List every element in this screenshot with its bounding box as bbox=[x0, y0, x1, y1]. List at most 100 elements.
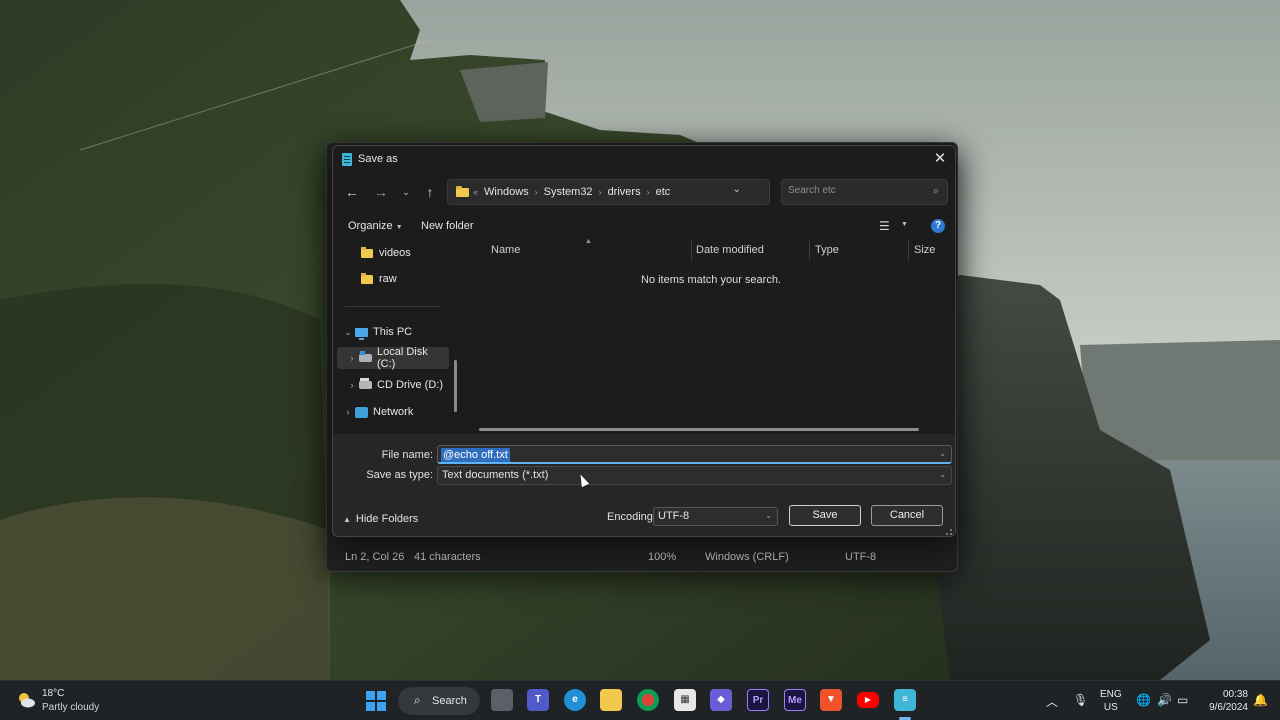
help-icon[interactable]: ? bbox=[931, 219, 945, 233]
edge-icon[interactable]: e bbox=[564, 689, 586, 711]
column-divider[interactable] bbox=[809, 240, 810, 260]
teams-icon[interactable]: T bbox=[527, 689, 549, 711]
close-icon[interactable]: ✕ bbox=[925, 146, 955, 174]
chevron-right-icon[interactable]: › bbox=[345, 353, 359, 363]
new-folder-button[interactable]: New folder bbox=[421, 220, 474, 232]
chevron-right-icon: › bbox=[598, 187, 602, 197]
nav-scrollbar[interactable] bbox=[454, 360, 457, 412]
copilot-icon[interactable]: ◆ bbox=[710, 689, 732, 711]
chevron-right-icon: › bbox=[534, 187, 538, 197]
windows-start-icon[interactable] bbox=[366, 691, 386, 711]
task-view-icon[interactable] bbox=[491, 689, 513, 711]
breadcrumb-item[interactable]: Windows bbox=[484, 186, 529, 198]
save-as-type-label: Save as type: bbox=[366, 469, 433, 481]
hide-folders-button[interactable]: ▲ Hide Folders bbox=[343, 513, 418, 525]
nav-item-raw[interactable]: raw bbox=[347, 268, 447, 290]
date: 9/6/2024 bbox=[1209, 702, 1248, 713]
save-button[interactable]: Save bbox=[789, 505, 861, 526]
youtube-icon[interactable]: ▶ bbox=[857, 692, 879, 708]
save-as-type-value: Text documents (*.txt) bbox=[442, 469, 549, 481]
chevron-down-icon[interactable]: ⌄ bbox=[765, 511, 772, 520]
language-code: ENG bbox=[1100, 689, 1122, 700]
column-header-name[interactable]: Name bbox=[491, 244, 520, 256]
nav-item-videos[interactable]: videos bbox=[347, 242, 447, 264]
globe-network-icon[interactable]: 🌐 bbox=[1136, 693, 1151, 707]
encoding-label: Encoding: bbox=[607, 511, 656, 523]
file-name-field[interactable]: @echo off.txt ⌄ bbox=[437, 445, 952, 464]
encoding-select[interactable]: UTF-8 ⌄ bbox=[653, 507, 778, 526]
notification-icon[interactable]: 🔔 bbox=[1253, 693, 1268, 707]
nav-item-label: Local Disk (C:) bbox=[376, 346, 428, 370]
chevron-right-icon[interactable]: › bbox=[345, 380, 359, 390]
save-as-type-select[interactable]: Text documents (*.txt) ⌄ bbox=[437, 466, 952, 485]
chevron-up-icon[interactable]: ︿ bbox=[1046, 693, 1058, 710]
chevron-down-icon[interactable]: ⌄ bbox=[733, 184, 741, 195]
folder-icon bbox=[361, 272, 373, 284]
nav-divider bbox=[345, 306, 441, 307]
chrome-icon[interactable] bbox=[637, 689, 659, 711]
partly-cloudy-icon[interactable] bbox=[16, 690, 36, 710]
breadcrumb: « Windows › System32 › drivers › etc bbox=[473, 186, 670, 198]
search-box[interactable]: ⌕ bbox=[781, 179, 948, 205]
taskbar-search-button[interactable]: ⌕ Search bbox=[398, 687, 480, 715]
store-icon[interactable]: ▦ bbox=[674, 689, 696, 711]
chevron-down-icon[interactable]: ⌄ bbox=[341, 327, 355, 338]
pc-icon bbox=[355, 327, 368, 340]
address-bar[interactable]: « Windows › System32 › drivers › etc ⌄ ↻ bbox=[447, 179, 795, 205]
folder-icon bbox=[361, 246, 373, 258]
horizontal-scrollbar[interactable] bbox=[479, 428, 919, 431]
nav-item-label: raw bbox=[379, 273, 397, 285]
nav-item-label: CD Drive (D:) bbox=[377, 379, 443, 391]
column-divider[interactable] bbox=[691, 240, 692, 260]
column-header-type[interactable]: Type bbox=[815, 244, 839, 256]
hide-folders-label: Hide Folders bbox=[355, 513, 419, 525]
search-icon[interactable]: ⌕ bbox=[933, 185, 939, 198]
breadcrumb-item[interactable]: System32 bbox=[544, 186, 593, 198]
breadcrumb-overflow[interactable]: « bbox=[473, 187, 478, 197]
back-arrow-icon[interactable]: ← bbox=[341, 182, 363, 202]
column-divider[interactable] bbox=[908, 240, 909, 260]
status-zoom[interactable]: 100% bbox=[648, 551, 676, 563]
status-line-ending[interactable]: Windows (CRLF) bbox=[705, 551, 789, 563]
chevron-down-icon[interactable]: ⌄ bbox=[939, 470, 946, 479]
recent-locations-chevron-icon[interactable]: ⌄ bbox=[395, 182, 417, 202]
disk-icon bbox=[358, 351, 372, 362]
command-toolbar: Organize ▼ New folder ☰ ▼ ? bbox=[333, 216, 955, 238]
clock[interactable]: 00:38 9/6/2024 bbox=[1200, 688, 1248, 714]
breadcrumb-item[interactable]: drivers bbox=[608, 186, 641, 198]
brave-icon[interactable]: ▼ bbox=[820, 689, 842, 711]
language-indicator[interactable]: ENG US bbox=[1100, 688, 1122, 714]
view-options-icon[interactable]: ☰ bbox=[879, 219, 890, 233]
file-explorer-icon[interactable] bbox=[600, 689, 622, 711]
nav-item-cd-drive[interactable]: › CD Drive (D:) bbox=[337, 374, 449, 396]
column-header-date-modified[interactable]: Date modified bbox=[696, 244, 764, 256]
column-header-size[interactable]: Size bbox=[914, 244, 935, 256]
folder-icon bbox=[456, 186, 469, 197]
up-arrow-icon[interactable]: ↑ bbox=[419, 182, 441, 202]
cancel-button[interactable]: Cancel bbox=[871, 505, 943, 526]
chevron-down-icon[interactable]: ⌄ bbox=[939, 449, 946, 458]
notepad-icon[interactable]: ≡ bbox=[894, 689, 916, 711]
search-input[interactable] bbox=[788, 185, 918, 196]
premiere-pro-icon[interactable]: Pr bbox=[747, 689, 769, 711]
volume-icon[interactable]: 🔊 bbox=[1157, 693, 1172, 707]
forward-arrow-icon[interactable]: → bbox=[370, 182, 392, 202]
organize-button[interactable]: Organize ▼ bbox=[348, 220, 403, 232]
nav-item-network[interactable]: › Network bbox=[341, 401, 451, 423]
battery-icon[interactable]: ▭ bbox=[1177, 693, 1188, 707]
microphone-icon[interactable]: 🎙 bbox=[1073, 693, 1088, 707]
resize-grip-icon[interactable] bbox=[946, 529, 952, 535]
save-as-dialog: Save as ✕ ← → ⌄ ↑ « Windows › System32 ›… bbox=[332, 145, 956, 537]
caret-down-icon[interactable]: ▼ bbox=[901, 221, 908, 228]
status-encoding[interactable]: UTF-8 bbox=[845, 551, 876, 563]
network-icon bbox=[355, 406, 368, 418]
breadcrumb-item[interactable]: etc bbox=[656, 186, 671, 198]
dialog-titlebar[interactable]: Save as ✕ bbox=[333, 146, 955, 174]
weather-temperature[interactable]: 18°C bbox=[42, 688, 64, 699]
file-list: ▲ Name Date modified Type Size No items … bbox=[465, 238, 955, 436]
chevron-right-icon[interactable]: › bbox=[341, 407, 355, 417]
nav-item-this-pc[interactable]: ⌄ This PC bbox=[341, 321, 451, 343]
weather-description[interactable]: Partly cloudy bbox=[42, 702, 99, 713]
media-encoder-icon[interactable]: Me bbox=[784, 689, 806, 711]
nav-item-local-disk[interactable]: › Local Disk (C:) bbox=[337, 346, 449, 370]
